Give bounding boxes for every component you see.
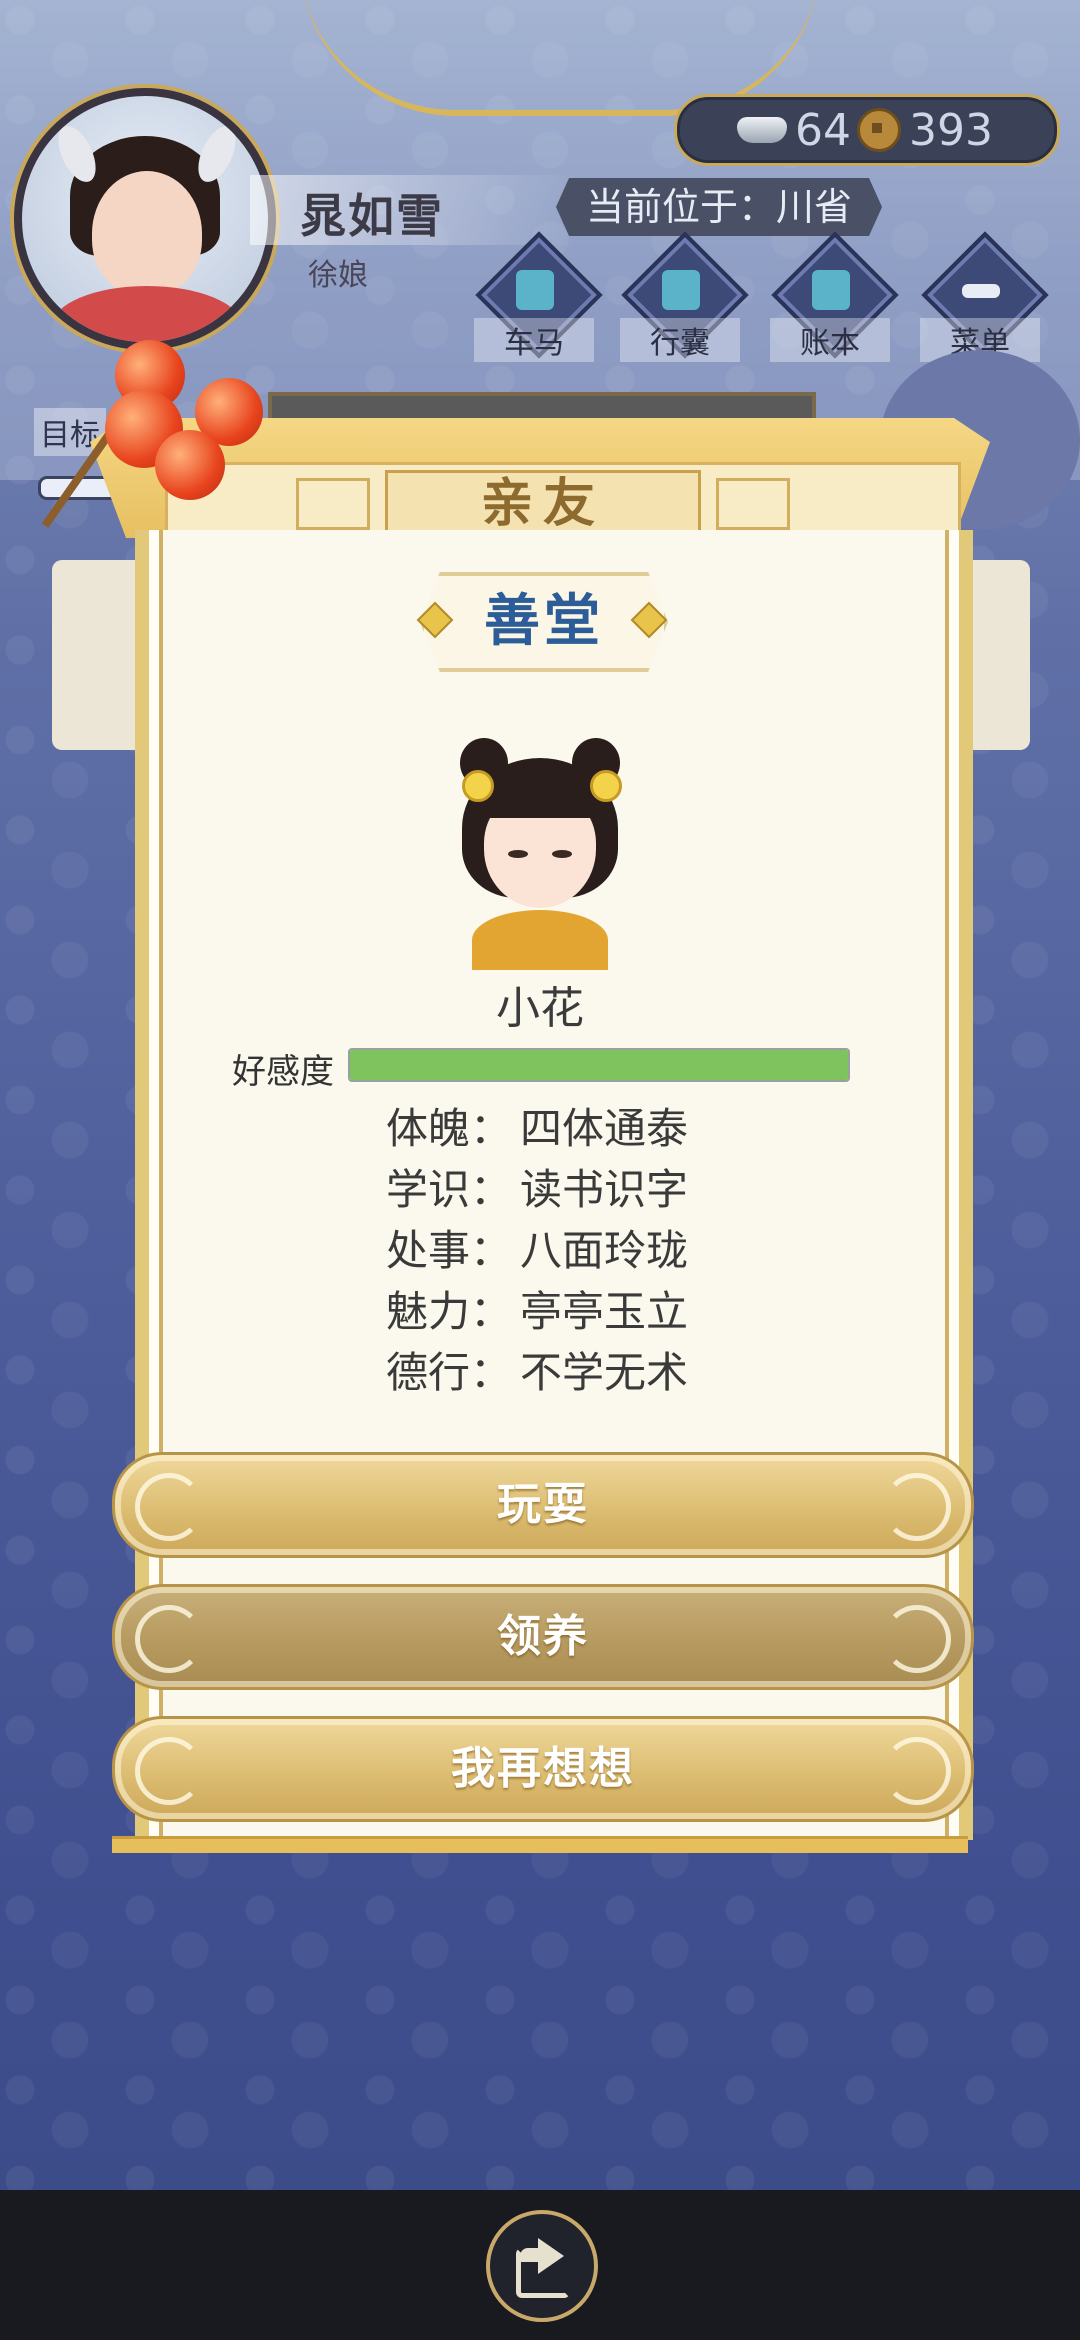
cloud-scroll-icon	[135, 1473, 203, 1541]
nav-bag-button[interactable]: 行囊	[620, 231, 749, 362]
cloud-scroll-icon	[135, 1605, 203, 1673]
nav-carriage-button[interactable]: 车马	[474, 231, 603, 362]
reconsider-button[interactable]: 我再想想	[112, 1716, 974, 1822]
player-role: 徐娘	[308, 258, 368, 293]
nav-menu-button[interactable]: 菜单	[920, 231, 1049, 362]
child-eye	[552, 850, 572, 858]
adopt-button[interactable]: 领养	[112, 1584, 974, 1690]
stat-value: 四体通泰	[520, 1104, 689, 1153]
tanghulu-berry	[155, 430, 225, 500]
stat-row: 体魄： 四体通泰	[386, 1098, 786, 1159]
place-name-plate: 善堂	[420, 572, 668, 672]
cloud-scroll-icon	[883, 1473, 951, 1541]
menu-dots-icon	[962, 284, 1000, 298]
stat-value: 不学无术	[520, 1348, 689, 1397]
bag-icon	[662, 270, 700, 310]
nav-ledger-button[interactable]: 账本	[770, 231, 899, 362]
stat-row: 处事： 八面玲珑	[386, 1220, 786, 1281]
flower-icon	[590, 770, 622, 802]
stat-row: 学识： 读书识字	[386, 1159, 786, 1220]
cloud-scroll-icon	[135, 1737, 203, 1805]
play-button[interactable]: 玩耍	[112, 1452, 974, 1558]
stat-key: 德行：	[386, 1348, 513, 1397]
stat-value: 读书识字	[520, 1165, 689, 1214]
child-portrait	[450, 730, 630, 970]
ledger-icon	[812, 270, 850, 310]
silver-amount: 64	[795, 104, 851, 156]
carriage-icon	[516, 270, 554, 310]
cloud-scroll-icon	[883, 1605, 951, 1673]
nav-label: 账本	[770, 318, 890, 362]
stat-value: 亭亭玉立	[520, 1287, 689, 1336]
header-decoration	[716, 478, 790, 530]
stat-row: 魅力： 亭亭玉立	[386, 1281, 786, 1342]
header-decoration	[296, 478, 370, 530]
modal-bottom-frame	[112, 1836, 968, 1853]
copper-amount: 393	[909, 104, 993, 156]
reconsider-button-label: 我再想想	[451, 1743, 635, 1794]
child-robe	[472, 910, 608, 970]
currency-bar: 64 393	[674, 94, 1060, 166]
player-avatar[interactable]	[14, 88, 276, 350]
play-button-label: 玩耍	[497, 1479, 589, 1530]
copper-coin-icon	[857, 108, 901, 152]
tanghulu-icon[interactable]	[41, 330, 275, 530]
affinity-fill	[350, 1050, 848, 1080]
player-name: 晁如雪	[300, 189, 444, 243]
nav-label: 车马	[474, 318, 594, 362]
affinity-bar	[348, 1048, 850, 1082]
nav-label: 行囊	[620, 318, 740, 362]
child-bangs	[484, 782, 596, 818]
modal-title: 亲友	[385, 470, 701, 538]
stat-key: 魅力：	[386, 1287, 513, 1336]
stat-key: 体魄：	[386, 1104, 513, 1153]
child-eye	[508, 850, 528, 858]
affinity-label: 好感度	[232, 1052, 334, 1092]
adopt-button-label: 领养	[497, 1611, 589, 1662]
flower-icon	[462, 770, 494, 802]
stat-value: 八面玲珑	[520, 1226, 689, 1275]
cloud-scroll-icon	[883, 1737, 951, 1805]
share-icon	[538, 2238, 564, 2274]
child-name: 小花	[496, 983, 584, 1034]
stat-key: 处事：	[386, 1226, 513, 1275]
silver-ingot-icon	[737, 117, 787, 143]
stat-key: 学识：	[386, 1165, 513, 1214]
location-label: 当前位于：川省	[556, 178, 883, 236]
stats-list: 体魄： 四体通泰 学识： 读书识字 处事： 八面玲珑 魅力： 亭亭玉立 德行： …	[386, 1098, 786, 1403]
stat-row: 德行： 不学无术	[386, 1342, 786, 1403]
share-button[interactable]	[486, 2210, 598, 2322]
avatar-face	[92, 171, 202, 296]
